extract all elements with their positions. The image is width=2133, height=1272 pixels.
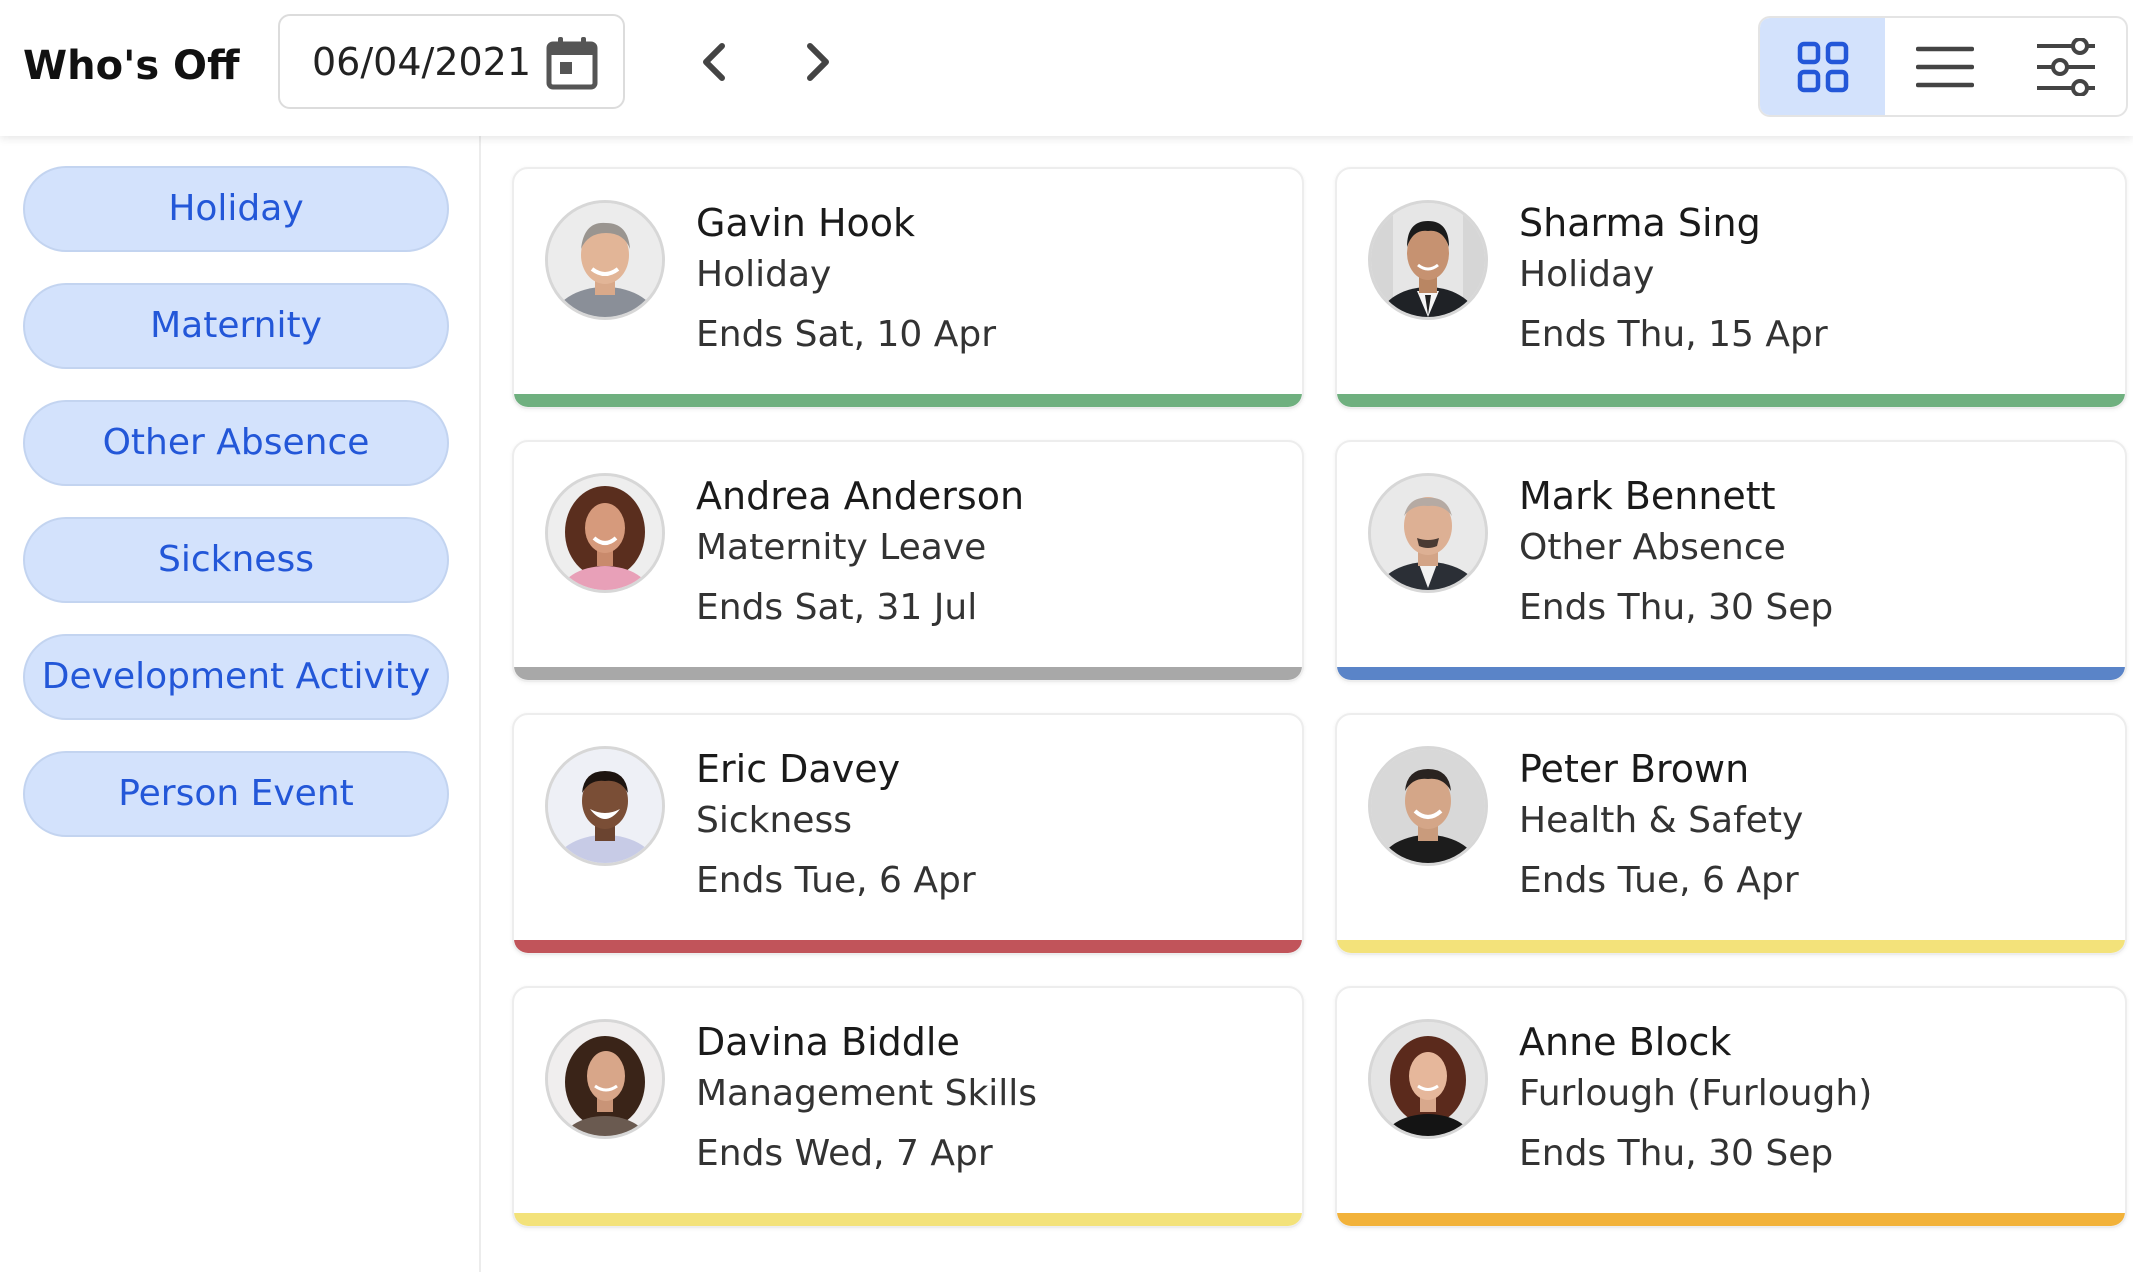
avatar xyxy=(545,200,665,320)
avatar xyxy=(1368,746,1488,866)
avatar xyxy=(545,473,665,593)
absence-color-bar xyxy=(514,667,1302,680)
top-bar: Who's Off 06/04/2021 xyxy=(0,0,2133,136)
filter-development-activity-button[interactable]: Development Activity xyxy=(23,634,449,720)
list-view-icon xyxy=(1916,46,1974,87)
absence-end-date: Ends Thu, 30 Sep xyxy=(1519,1133,1834,1174)
absence-color-bar xyxy=(514,1213,1302,1226)
chevron-right-icon xyxy=(807,43,829,81)
avatar xyxy=(1368,1019,1488,1139)
page-title: Who's Off xyxy=(23,43,240,89)
absence-color-bar xyxy=(1337,1213,2125,1226)
absence-end-date: Ends Sat, 10 Apr xyxy=(696,314,997,355)
avatar xyxy=(1368,473,1488,593)
date-picker-field[interactable]: 06/04/2021 xyxy=(278,14,625,109)
absence-type: Maternity Leave xyxy=(696,527,987,568)
filter-maternity-button[interactable]: Maternity xyxy=(23,283,449,369)
absence-color-bar xyxy=(1337,940,2125,953)
absence-type: Furlough (Furlough) xyxy=(1519,1073,1873,1114)
person-card[interactable]: Davina Biddle Management Skills Ends Wed… xyxy=(512,986,1304,1228)
next-date-button[interactable] xyxy=(786,32,846,92)
absence-type: Health & Safety xyxy=(1519,800,1804,841)
person-card[interactable]: Peter Brown Health & Safety Ends Tue, 6 … xyxy=(1335,713,2127,955)
absence-color-bar xyxy=(1337,394,2125,407)
calendar-icon[interactable] xyxy=(546,36,598,90)
person-card[interactable]: Eric Davey Sickness Ends Tue, 6 Apr xyxy=(512,713,1304,955)
absence-end-date: Ends Thu, 30 Sep xyxy=(1519,587,1834,628)
absence-end-date: Ends Tue, 6 Apr xyxy=(1519,860,1799,901)
absence-type: Management Skills xyxy=(696,1073,1038,1114)
absence-color-bar xyxy=(1337,667,2125,680)
person-card[interactable]: Gavin Hook Holiday Ends Sat, 10 Apr xyxy=(512,167,1304,409)
person-card[interactable]: Anne Block Furlough (Furlough) Ends Thu,… xyxy=(1335,986,2127,1228)
grid-view-button[interactable] xyxy=(1760,18,1885,115)
date-value: 06/04/2021 xyxy=(312,40,532,84)
person-name: Andrea Anderson xyxy=(696,474,1025,518)
list-view-button[interactable] xyxy=(1885,18,2005,115)
person-name: Sharma Sing xyxy=(1519,201,1761,245)
person-name: Eric Davey xyxy=(696,747,901,791)
avatar xyxy=(545,746,665,866)
filter-holiday-button[interactable]: Holiday xyxy=(23,166,449,252)
person-card[interactable]: Sharma Sing Holiday Ends Thu, 15 Apr xyxy=(1335,167,2127,409)
filter-sickness-button[interactable]: Sickness xyxy=(23,517,449,603)
filter-person-event-button[interactable]: Person Event xyxy=(23,751,449,837)
previous-date-button[interactable] xyxy=(686,32,746,92)
absence-type: Sickness xyxy=(696,800,852,841)
absence-color-bar xyxy=(514,940,1302,953)
absence-type: Holiday xyxy=(696,254,832,295)
person-name: Anne Block xyxy=(1519,1020,1732,1064)
chevron-left-icon xyxy=(703,43,725,81)
person-card[interactable]: Mark Bennett Other Absence Ends Thu, 30 … xyxy=(1335,440,2127,682)
filter-other-absence-button[interactable]: Other Absence xyxy=(23,400,449,486)
absence-end-date: Ends Thu, 15 Apr xyxy=(1519,314,1828,355)
absence-end-date: Ends Sat, 31 Jul xyxy=(696,587,978,628)
filter-sidebar: Holiday Maternity Other Absence Sickness… xyxy=(0,136,481,1272)
absence-color-bar xyxy=(514,394,1302,407)
avatar xyxy=(545,1019,665,1139)
person-card[interactable]: Andrea Anderson Maternity Leave Ends Sat… xyxy=(512,440,1304,682)
avatar xyxy=(1368,200,1488,320)
absence-type: Holiday xyxy=(1519,254,1655,295)
person-name: Gavin Hook xyxy=(696,201,916,245)
absence-type: Other Absence xyxy=(1519,527,1786,568)
absence-end-date: Ends Tue, 6 Apr xyxy=(696,860,976,901)
absence-end-date: Ends Wed, 7 Apr xyxy=(696,1133,993,1174)
sliders-icon xyxy=(2036,37,2095,96)
grid-view-icon xyxy=(1797,41,1848,92)
view-toggle-group xyxy=(1758,16,2128,117)
person-name: Davina Biddle xyxy=(696,1020,960,1064)
person-name: Peter Brown xyxy=(1519,747,1750,791)
person-name: Mark Bennett xyxy=(1519,474,1776,518)
filter-settings-button[interactable] xyxy=(2005,18,2126,115)
